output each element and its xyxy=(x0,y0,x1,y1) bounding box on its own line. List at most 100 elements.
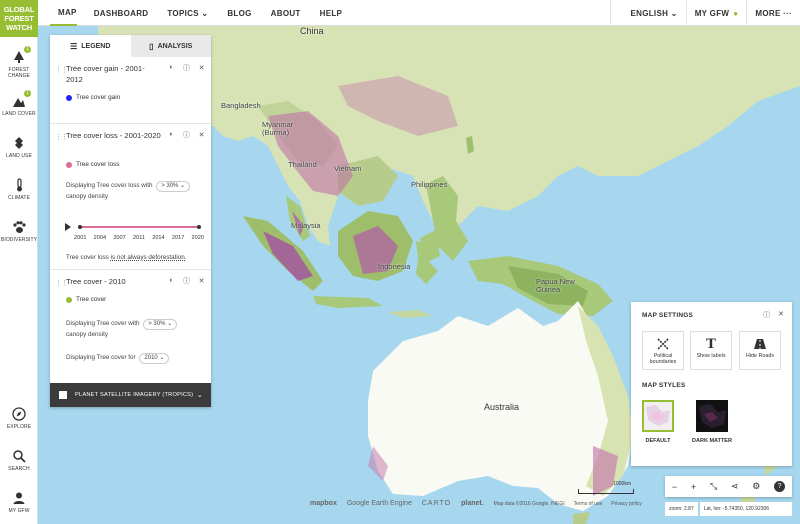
nav-dashboard[interactable]: DASHBOARD xyxy=(94,0,149,26)
deforestation-link[interactable]: is not always deforestation. xyxy=(111,254,187,261)
info-icon[interactable]: ⓘ xyxy=(183,64,190,72)
close-icon[interactable]: ✕ xyxy=(778,310,784,320)
road-icon xyxy=(753,335,767,353)
layer-legend-item: Tree cover gain xyxy=(66,94,120,101)
info-icon[interactable]: ⓘ xyxy=(763,310,770,320)
timeline-year: 2020 xyxy=(191,235,204,241)
tab-analysis[interactable]: ▯ ANALYSIS xyxy=(130,35,211,57)
canopy-density-select[interactable]: > 30% ⌄ xyxy=(143,319,178,330)
more-menu[interactable]: MORE ··· xyxy=(746,0,800,26)
sidebar-item-climate[interactable]: CLIMATE xyxy=(0,177,38,201)
count-badge: 1 xyxy=(24,90,31,97)
layer-legend-item: Tree cover loss xyxy=(66,161,119,168)
chevron-down-icon: ⌄ xyxy=(196,392,203,399)
layer-controls: ◐ ⓘ ✕ xyxy=(168,64,205,72)
logo-line1: GLOBAL xyxy=(3,5,35,14)
map-controls: − + ⤡ ⋖ ⚙ ? xyxy=(665,476,792,497)
sidebar-item-biodiversity[interactable]: BIODIVERSITY xyxy=(0,219,38,243)
label-thailand: Thailand xyxy=(288,160,317,169)
info-icon[interactable]: ⓘ xyxy=(183,131,190,139)
settings-title: MAP SETTINGS xyxy=(642,312,694,319)
sidebar-label: FOREST CHANGE xyxy=(8,67,30,79)
close-icon[interactable]: ✕ xyxy=(198,131,205,139)
tab-legend[interactable]: ☰ LEGEND xyxy=(50,35,131,57)
zoom-readout: zoom: 2.87 xyxy=(665,502,698,516)
opacity-icon[interactable]: ◐ xyxy=(168,277,175,284)
sidebar-item-forest-change[interactable]: 1 FOREST CHANGE xyxy=(0,46,38,79)
planet-imagery-toggle[interactable]: PLANET SATELLITE IMAGERY (TROPICS) ⌄ xyxy=(50,383,211,407)
checkbox[interactable] xyxy=(59,391,67,399)
opacity-icon[interactable]: ◐ xyxy=(168,64,175,71)
year-select[interactable]: 2010 ⌄ xyxy=(139,353,170,364)
description-text: canopy density xyxy=(66,193,109,200)
carto-logo[interactable]: CARTO xyxy=(422,500,451,507)
timeline-years: 2001 2004 2007 2011 2014 2017 2020 xyxy=(74,235,204,241)
help-icon[interactable]: ? xyxy=(774,481,786,492)
planet-logo[interactable]: planet. xyxy=(461,500,484,507)
latlon-readout: Lat, lon: -5.74350, 120.92306 xyxy=(699,502,792,516)
style-dark-matter-thumbnail[interactable] xyxy=(696,400,728,432)
privacy-link[interactable]: Privacy policy xyxy=(611,501,642,507)
sidebar-item-explore[interactable]: EXPLORE xyxy=(0,406,38,430)
nav-topics[interactable]: TOPICS ⌄ xyxy=(167,0,208,26)
terms-link[interactable]: Terms of use xyxy=(574,501,603,507)
play-icon xyxy=(65,223,71,231)
fullscreen-icon[interactable]: ⤡ xyxy=(710,481,717,492)
hide-roads-button[interactable]: Hide Roads xyxy=(739,331,781,370)
map-attribution: mapbox Google Earth Engine CARTO planet.… xyxy=(310,500,651,507)
description-text: canopy density xyxy=(66,331,109,338)
legend-label: Tree cover gain xyxy=(76,94,121,101)
count-badge: 1 xyxy=(24,46,31,53)
show-labels-button[interactable]: T Show labels xyxy=(690,331,732,370)
gee-logo[interactable]: Google Earth Engine xyxy=(347,500,412,507)
language-select[interactable]: ENGLISH ⌄ xyxy=(609,0,686,26)
info-icon[interactable]: ⓘ xyxy=(183,277,190,285)
sidebar-label: LAND COVER xyxy=(2,111,36,117)
my-gfw-label: MY GFW xyxy=(694,8,730,18)
zoom-out-button[interactable]: − xyxy=(672,482,677,492)
logo-line3: WATCH xyxy=(6,23,32,32)
opacity-icon[interactable]: ◐ xyxy=(168,131,175,138)
sidebar-item-land-cover[interactable]: 1 LAND COVER xyxy=(0,90,38,117)
paw-icon xyxy=(11,219,27,235)
thermometer-icon xyxy=(11,177,27,193)
mapbox-logo[interactable]: mapbox xyxy=(310,500,337,507)
sidebar-item-my-gfw[interactable]: MY GFW xyxy=(0,490,38,514)
political-boundaries-button[interactable]: Political boundaries xyxy=(642,331,684,370)
layer-description: Displaying Tree cover with > 30% ⌄ canop… xyxy=(66,319,178,340)
sidebar-item-land-use[interactable]: LAND USE xyxy=(0,135,38,159)
gfw-logo[interactable]: GLOBAL FOREST WATCH xyxy=(0,0,38,37)
legend-swatch xyxy=(66,94,72,101)
sidebar-label: LAND USE xyxy=(6,153,32,159)
nav-map[interactable]: MAP xyxy=(50,0,77,26)
canopy-density-select[interactable]: > 30% ⌄ xyxy=(156,181,191,192)
label-myanmar: Myanmar (Burma) xyxy=(262,120,294,137)
nav-blog[interactable]: BLOG xyxy=(227,0,251,26)
sidebar-label: MY GFW xyxy=(8,508,30,514)
close-icon[interactable]: ✕ xyxy=(198,277,205,285)
timeline-track[interactable] xyxy=(64,221,204,235)
sidebar-item-search[interactable]: SEARCH xyxy=(0,448,38,472)
sidebar-label: SEARCH xyxy=(8,466,30,472)
style-default-thumbnail[interactable] xyxy=(642,400,674,432)
sidebar-label: EXPLORE xyxy=(6,424,32,430)
tab-legend-label: LEGEND xyxy=(81,42,111,50)
timeline-end-handle xyxy=(197,225,201,229)
layer-description: Displaying Tree cover loss with > 30% ⌄ … xyxy=(66,181,191,202)
compass-icon xyxy=(11,406,27,422)
my-gfw-link[interactable]: MY GFW ● xyxy=(685,0,747,26)
description-text: Displaying Tree cover loss with xyxy=(66,182,153,189)
logo-line2: FOREST xyxy=(4,14,34,23)
legend-tabs: ☰ LEGEND ▯ ANALYSIS xyxy=(50,35,211,57)
timeline-year: 2007 xyxy=(113,235,126,241)
legend-label: Tree cover loss xyxy=(76,161,120,168)
zoom-in-button[interactable]: + xyxy=(691,482,696,492)
share-icon[interactable]: ⋖ xyxy=(731,481,739,492)
nav-about[interactable]: ABOUT xyxy=(271,0,301,26)
note-text: Tree cover loss xyxy=(66,254,111,261)
nav-help[interactable]: HELP xyxy=(320,0,343,26)
gear-icon[interactable]: ⚙ xyxy=(752,481,760,492)
label-png: Papua New Guinea xyxy=(536,277,575,294)
close-icon[interactable]: ✕ xyxy=(198,64,205,72)
layer-title: Tree cover - 2010 xyxy=(66,277,126,286)
